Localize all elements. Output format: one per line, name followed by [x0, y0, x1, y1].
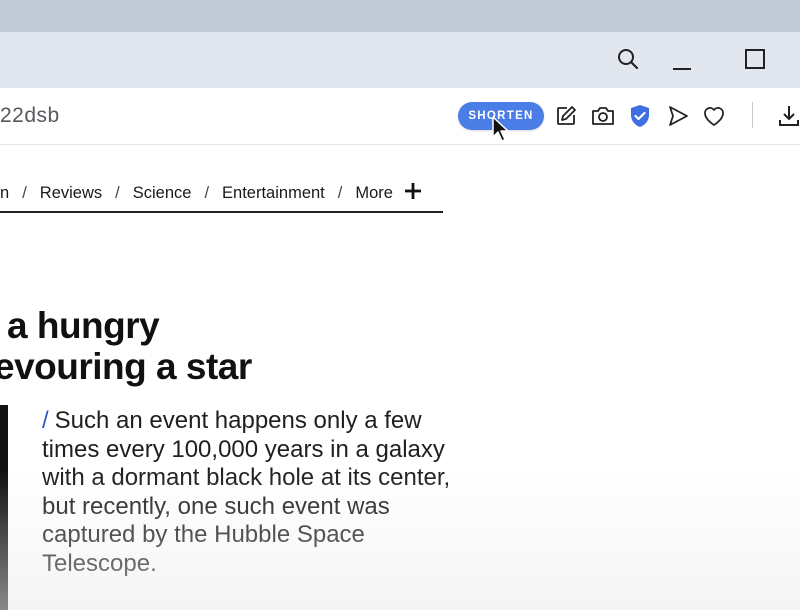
nav-item-reviews[interactable]: Reviews	[40, 184, 102, 203]
nav-item-partial[interactable]: n	[0, 184, 9, 203]
shield-check-icon[interactable]	[626, 102, 654, 130]
mouse-cursor-icon	[492, 116, 510, 149]
summary-text: Such an event happens only a few times e…	[42, 407, 451, 577]
article-summary: / Such an event happens only a few times …	[42, 407, 452, 579]
title-bar	[0, 32, 800, 88]
send-icon[interactable]	[664, 102, 692, 130]
site-nav: n / Reviews / Science / Entertainment / …	[0, 181, 423, 205]
download-icon[interactable]	[775, 102, 800, 130]
maximize-icon[interactable]	[738, 42, 772, 76]
headline-line-1: a hungry	[7, 305, 160, 346]
nav-item-more[interactable]: More	[355, 184, 393, 203]
window-top-strip	[0, 0, 800, 32]
nav-separator: /	[22, 183, 27, 202]
toolbar-divider	[752, 102, 753, 128]
summary-slash: /	[42, 407, 49, 434]
camera-icon[interactable]	[589, 102, 617, 130]
minimize-icon[interactable]	[665, 44, 699, 78]
heart-icon[interactable]	[700, 102, 728, 130]
nav-item-science[interactable]: Science	[133, 184, 192, 203]
address-bar[interactable]: 22dsb	[0, 104, 60, 128]
nav-underline	[0, 211, 443, 213]
article-headline: a hungry evouring a star	[0, 305, 252, 387]
nav-separator: /	[204, 183, 210, 202]
plus-icon[interactable]	[403, 181, 423, 206]
article-image-edge	[0, 405, 8, 610]
edit-icon[interactable]	[552, 102, 580, 130]
headline-line-2: evouring a star	[0, 346, 252, 387]
nav-item-entertainment[interactable]: Entertainment	[222, 184, 325, 203]
search-icon[interactable]	[611, 42, 645, 76]
nav-separator: /	[337, 183, 343, 202]
nav-separator: /	[115, 183, 120, 202]
